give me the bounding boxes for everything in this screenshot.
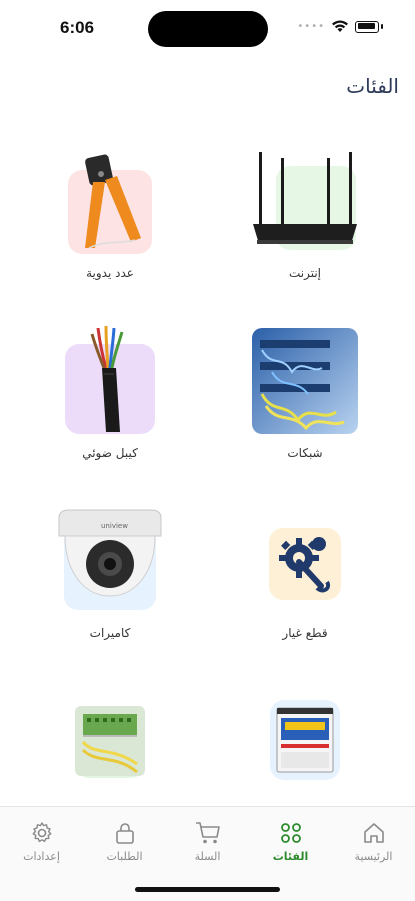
tab-categories[interactable]: الفئات (249, 821, 332, 863)
network-patch-panel-icon (252, 328, 358, 434)
tab-label: الفئات (272, 850, 309, 863)
page-title: الفئات (346, 74, 399, 98)
signal-dots-icon: •••• (297, 21, 325, 32)
category-label: عدد يدوية (86, 266, 134, 280)
tab-home[interactable]: الرئيسية (332, 821, 415, 863)
lock-bag-icon (115, 823, 134, 844)
category-cameras[interactable]: uniview كاميرات (20, 490, 200, 670)
gear-icon (32, 822, 51, 843)
tab-cart[interactable]: السلة (166, 821, 249, 863)
battery-icon (355, 20, 379, 33)
category-label: إنترنت (288, 266, 322, 280)
category-label: قطع غيار (282, 626, 328, 640)
tab-label: الطلبات (106, 850, 143, 863)
status-icons: •••• (297, 20, 383, 33)
fiber-cable-icon (90, 325, 124, 432)
wifi-icon (332, 20, 348, 32)
tab-label: الرئيسية (354, 850, 393, 863)
status-bar: 6:06 •••• (0, 0, 415, 56)
dome-camera-icon: uniview (58, 509, 162, 597)
category-hand-tools[interactable]: عدد يدوية (20, 130, 200, 310)
category-internet[interactable]: إنترنت (215, 130, 395, 310)
category-networks[interactable]: شبكات (215, 310, 395, 490)
battery-box-icon (276, 707, 334, 773)
cart-icon (195, 822, 220, 844)
home-indicator (135, 887, 280, 892)
fiber-panel-icon (75, 706, 145, 776)
category-label: كيبل ضوئي (82, 446, 138, 460)
tab-orders[interactable]: الطلبات (83, 821, 166, 863)
tab-settings[interactable]: إعدادات (0, 821, 83, 863)
category-label: كاميرات (89, 626, 131, 640)
category-spare-parts[interactable]: قطع غيار (215, 490, 395, 670)
category-fiber-cable[interactable]: كيبل ضوئي (20, 310, 200, 490)
wifi-router-icon (253, 152, 357, 244)
tab-label: إعدادات (23, 850, 60, 863)
status-time: 6:06 (60, 18, 95, 37)
category-label: شبكات (287, 446, 323, 460)
svg-text:uniview: uniview (101, 522, 128, 530)
tab-label: السلة (194, 850, 221, 863)
dynamic-island (148, 11, 268, 47)
gear-wrench-icon (279, 537, 330, 593)
categories-icon (280, 823, 301, 843)
category-fiber-panel[interactable] (20, 670, 200, 810)
categories-grid: إنترنت عدد يدوية شبكات كيبل ضوئي قطع غيا… (0, 130, 415, 810)
category-batteries[interactable] (215, 670, 395, 810)
crimping-tool-icon (85, 154, 141, 249)
home-icon (363, 823, 384, 843)
